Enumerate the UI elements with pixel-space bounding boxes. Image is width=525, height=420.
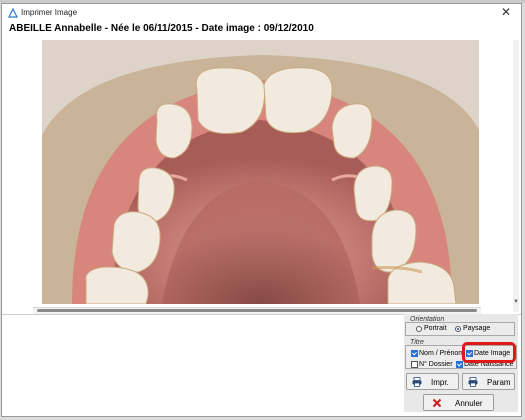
radio-paysage[interactable] xyxy=(455,326,461,332)
printer-settings-icon xyxy=(468,377,478,387)
scroll-down-icon[interactable]: ▼ xyxy=(513,299,519,305)
cancel-button-label: Annuler xyxy=(455,399,483,408)
checkbox-no-dossier[interactable] xyxy=(411,361,418,368)
date-image-highlight xyxy=(462,342,516,363)
cancel-x-icon xyxy=(432,398,442,408)
horizontal-scrollbar-thumb[interactable] xyxy=(37,309,477,312)
window-title: Imprimer Image xyxy=(21,8,78,17)
param-button-label: Param xyxy=(487,378,511,387)
close-button[interactable]: ✕ xyxy=(501,6,511,18)
param-button[interactable]: Param xyxy=(462,373,515,390)
radio-portrait[interactable] xyxy=(416,326,422,332)
dental-photo-graphic xyxy=(42,40,479,304)
print-button[interactable]: Impr. xyxy=(406,373,459,390)
checkbox-date-naissance[interactable] xyxy=(456,361,463,368)
radio-portrait-label: Portrait xyxy=(424,325,447,332)
checkbox-nom-prenom[interactable] xyxy=(411,350,418,357)
checkbox-nom-prenom-label: Nom / Prénom xyxy=(419,350,465,357)
radio-paysage-label: Paysage xyxy=(463,325,491,332)
vertical-scrollbar[interactable] xyxy=(513,40,519,312)
print-button-label: Impr. xyxy=(431,378,449,387)
patient-info-line: ABEILLE Annabelle - Née le 06/11/2015 - … xyxy=(9,23,314,34)
title-bar: Imprimer Image ✕ xyxy=(2,4,521,22)
cancel-button[interactable]: Annuler xyxy=(423,394,494,411)
printer-icon xyxy=(412,377,422,387)
checkbox-no-dossier-label: N° Dossier xyxy=(419,361,453,368)
dental-photo xyxy=(42,40,479,304)
horizontal-scrollbar[interactable] xyxy=(33,307,481,314)
app-icon xyxy=(8,8,18,18)
